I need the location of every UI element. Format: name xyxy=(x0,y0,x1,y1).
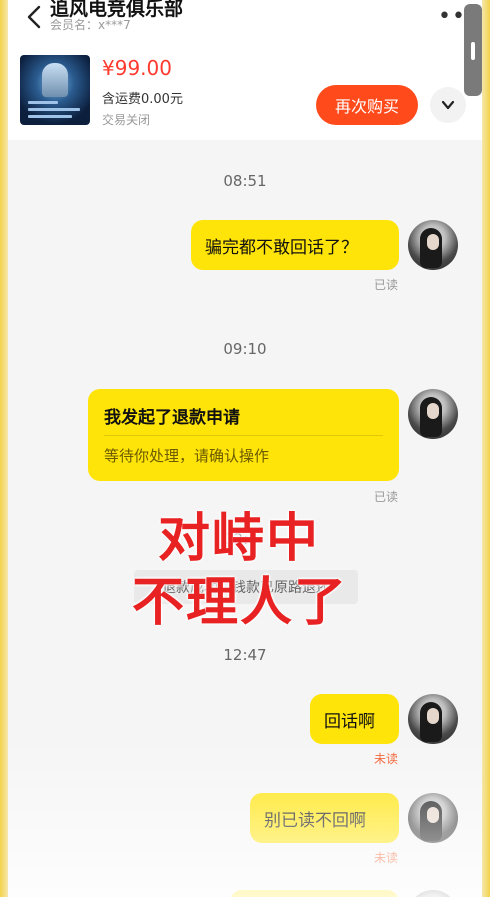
avatar[interactable] xyxy=(408,793,458,843)
avatar[interactable] xyxy=(408,694,458,744)
product-price: ¥99.00 xyxy=(102,56,172,80)
rebuy-button[interactable]: 再次购买 xyxy=(316,85,418,125)
timestamp: 09:10 xyxy=(223,340,267,358)
member-name: 会员名：x***7 xyxy=(50,18,131,32)
read-status: 已读 xyxy=(374,490,399,504)
refund-request-card[interactable]: 我发起了退款申请 等待你处理，请确认操作 xyxy=(88,389,399,481)
message-bubble-partial[interactable] xyxy=(230,890,399,897)
timestamp: 08:51 xyxy=(223,172,267,190)
avatar[interactable] xyxy=(408,389,458,439)
card-divider xyxy=(104,435,383,436)
product-thumbnail[interactable] xyxy=(20,55,90,125)
expand-button[interactable] xyxy=(430,87,466,123)
message-bubble[interactable]: 骗完都不敢回话了？ xyxy=(191,220,399,270)
unread-status: 未读 xyxy=(374,851,399,865)
order-status: 交易关闭 xyxy=(102,113,151,127)
avatar[interactable] xyxy=(408,220,458,270)
chevron-down-icon xyxy=(441,100,455,110)
back-arrow-icon[interactable] xyxy=(22,4,48,30)
card-title: 我发起了退款申请 xyxy=(104,408,240,428)
timestamp: 12:47 xyxy=(223,646,267,664)
scroll-handle[interactable] xyxy=(464,4,482,96)
chat-screen: 追风电竞俱乐部 会员名：x***7 ••• ¥99.00 含运费0.00元 交易… xyxy=(8,0,482,897)
message-bubble[interactable]: 回话啊 xyxy=(310,694,399,744)
avatar[interactable] xyxy=(408,890,458,897)
card-subtitle: 等待你处理，请确认操作 xyxy=(104,447,270,465)
read-status: 已读 xyxy=(374,278,399,292)
shipping-fee: 含运费0.00元 xyxy=(102,92,183,107)
unread-status: 未读 xyxy=(374,752,399,766)
chat-header: 追风电竞俱乐部 会员名：x***7 ••• ¥99.00 含运费0.00元 交易… xyxy=(8,0,482,140)
message-bubble[interactable]: 别已读不回啊 xyxy=(250,793,399,843)
overlay-caption-line2: 不理人了 xyxy=(132,573,349,633)
